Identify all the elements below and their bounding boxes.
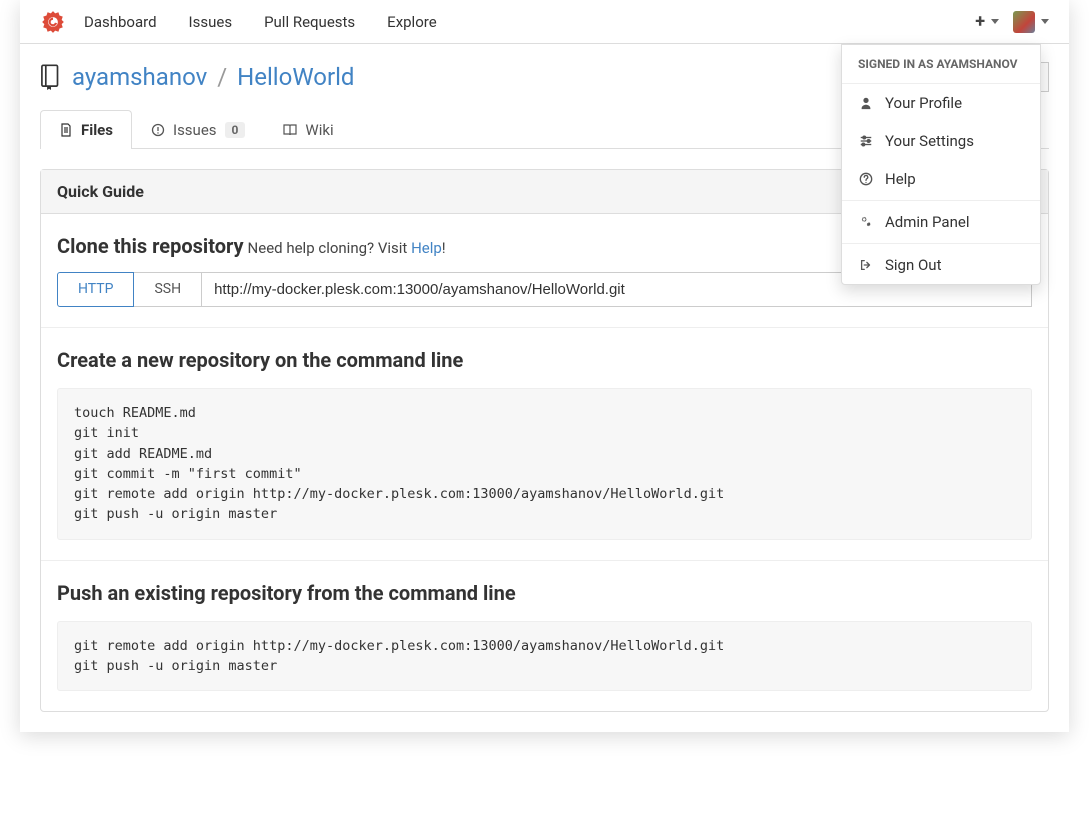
menu-help[interactable]: Help	[842, 160, 1040, 198]
menu-label: Help	[885, 170, 916, 188]
push-repo-section: Push an existing repository from the com…	[41, 561, 1048, 712]
menu-admin-panel[interactable]: Admin Panel	[842, 203, 1040, 241]
menu-label: Admin Panel	[885, 213, 969, 231]
clone-subtext-suffix: !	[442, 239, 446, 257]
nav-explore[interactable]: Explore	[387, 13, 437, 31]
sliders-icon	[858, 134, 873, 149]
push-code-block: git remote add origin http://my-docker.p…	[57, 621, 1032, 692]
help-icon	[858, 172, 873, 187]
issue-icon	[151, 123, 165, 137]
clone-http-button[interactable]: HTTP	[57, 272, 134, 307]
menu-label: Your Profile	[885, 94, 962, 112]
menu-your-profile[interactable]: Your Profile	[842, 84, 1040, 122]
repo-icon	[40, 64, 62, 90]
push-title: Push an existing repository from the com…	[57, 581, 516, 605]
menu-sign-out[interactable]: Sign Out	[842, 246, 1040, 284]
user-dropdown-menu: SIGNED IN AS AYAMSHANOV Your Profile You…	[841, 44, 1041, 285]
menu-label: Your Settings	[885, 132, 974, 150]
caret-down-icon	[1041, 19, 1049, 24]
nav-dashboard[interactable]: Dashboard	[84, 13, 157, 31]
repo-name-link[interactable]: HelloWorld	[237, 63, 354, 91]
create-title: Create a new repository on the command l…	[57, 348, 463, 372]
top-nav: Dashboard Issues Pull Requests Explore +	[20, 0, 1069, 44]
file-icon	[59, 123, 73, 137]
dropdown-signed-in-label: SIGNED IN AS AYAMSHANOV	[842, 45, 1040, 84]
repo-owner-link[interactable]: ayamshanov	[72, 63, 207, 91]
tab-label: Wiki	[305, 121, 333, 139]
menu-label: Sign Out	[885, 256, 941, 274]
breadcrumb-separator: /	[217, 63, 227, 91]
clone-ssh-button[interactable]: SSH	[134, 272, 202, 307]
create-repo-section: Create a new repository on the command l…	[41, 328, 1048, 561]
user-menu-trigger[interactable]	[1013, 11, 1049, 33]
issues-count-badge: 0	[225, 122, 246, 138]
dropdown-divider	[842, 200, 1040, 201]
tab-files[interactable]: Files	[40, 110, 132, 149]
clone-title: Clone this repository	[57, 234, 244, 258]
signout-icon	[858, 258, 873, 273]
tab-label: Issues	[173, 121, 217, 139]
menu-your-settings[interactable]: Your Settings	[842, 122, 1040, 160]
dropdown-divider	[842, 243, 1040, 244]
breadcrumb: ayamshanov / HelloWorld	[40, 63, 354, 91]
tab-issues[interactable]: Issues 0	[132, 110, 264, 149]
nav-issues[interactable]: Issues	[189, 13, 233, 31]
help-link[interactable]: Help	[411, 239, 442, 257]
create-new-dropdown[interactable]: +	[975, 11, 999, 32]
user-icon	[858, 96, 873, 111]
book-icon	[283, 123, 297, 137]
create-code-block: touch README.md git init git add README.…	[57, 388, 1032, 540]
avatar	[1013, 11, 1035, 33]
logo-icon[interactable]	[40, 9, 66, 35]
tab-label: Files	[81, 121, 113, 139]
tab-wiki[interactable]: Wiki	[264, 110, 352, 149]
nav-pull-requests[interactable]: Pull Requests	[264, 13, 355, 31]
clone-subtext: Need help cloning? Visit	[248, 239, 412, 257]
caret-down-icon	[991, 19, 999, 24]
gears-icon	[858, 215, 873, 230]
plus-icon: +	[975, 11, 985, 32]
